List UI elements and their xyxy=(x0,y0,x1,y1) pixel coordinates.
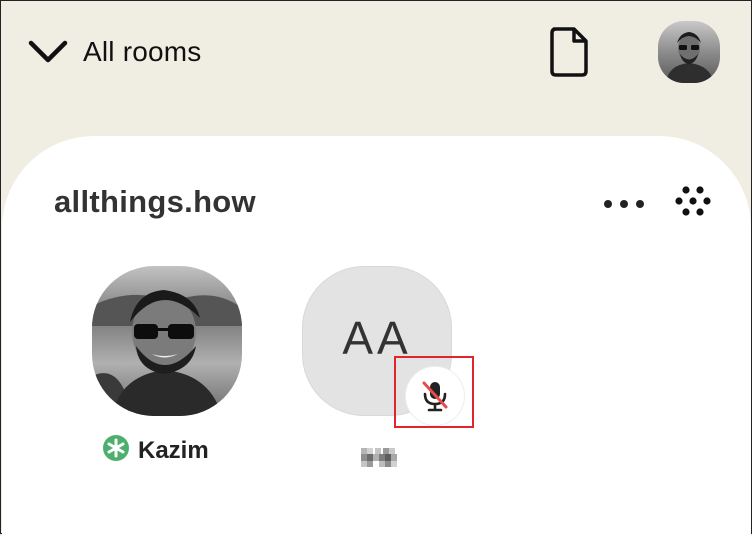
speaker-name-blurred xyxy=(361,446,397,468)
chevron-down-icon xyxy=(27,37,69,67)
speaker-avatar[interactable] xyxy=(92,266,242,416)
all-rooms-button[interactable]: All rooms xyxy=(27,31,202,73)
top-bar: All rooms xyxy=(1,1,752,136)
speaker-name-row: Kazim xyxy=(102,434,209,467)
highlight-box xyxy=(394,356,474,428)
more-dots-icon xyxy=(604,200,644,208)
speaker-kazim[interactable]: Kazim xyxy=(92,266,242,464)
speaker-aa[interactable]: AA xyxy=(302,266,474,467)
document-icon[interactable] xyxy=(547,26,591,78)
room-title: allthings.how xyxy=(54,184,256,219)
room-panel: allthings.how Kazim AA xyxy=(2,136,751,536)
more-options-button[interactable] xyxy=(600,194,648,214)
speaker-name: Kazim xyxy=(138,436,209,464)
grid-dots-icon xyxy=(675,186,711,216)
profile-avatar[interactable] xyxy=(658,21,720,83)
all-rooms-label: All rooms xyxy=(83,36,202,67)
grid-view-button[interactable] xyxy=(672,184,716,224)
moderator-asterisk-icon xyxy=(102,434,130,467)
